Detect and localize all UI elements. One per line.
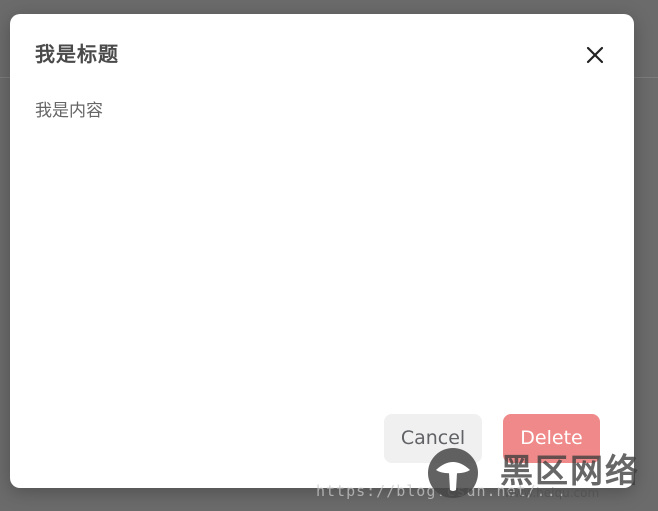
watermark-brand: 黑区网络: [500, 451, 640, 490]
mushroom-logo-icon: [428, 448, 478, 498]
dialog-title: 我是标题: [35, 42, 119, 66]
watermark-domain: www.heiqu.com: [504, 486, 600, 500]
close-button[interactable]: [580, 40, 610, 70]
modal-dialog: 我是标题 我是内容 Cancel Delete: [10, 14, 634, 488]
close-icon: [586, 46, 604, 64]
dialog-content: 我是内容: [35, 101, 103, 121]
